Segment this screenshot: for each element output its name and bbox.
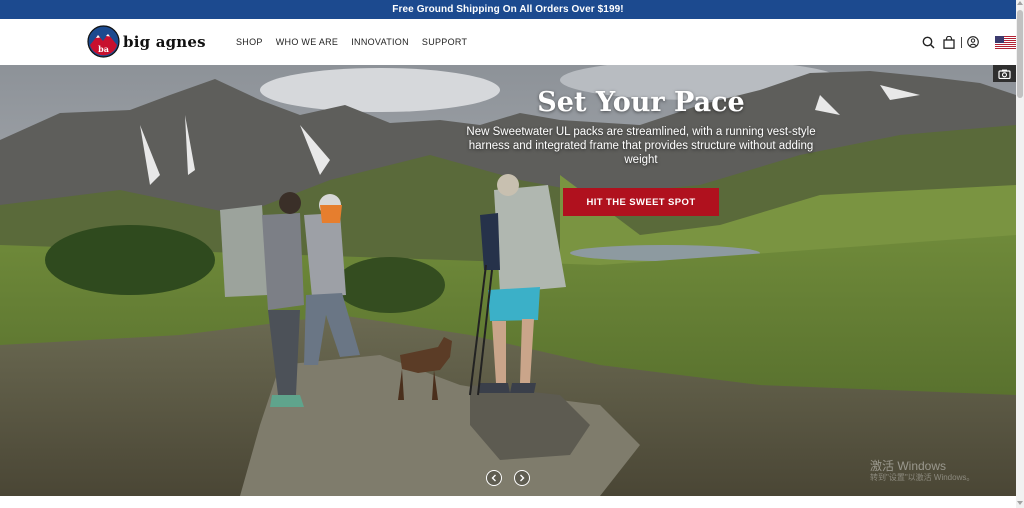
camera-icon[interactable] [993, 65, 1016, 82]
prev-arrow-icon[interactable] [486, 470, 502, 486]
nav-item-who-we-are[interactable]: WHO WE ARE [276, 37, 339, 47]
page-scrollbar[interactable] [1016, 0, 1024, 508]
hit-the-sweet-spot-button[interactable]: HIT THE SWEET SPOT [563, 188, 719, 216]
site-header: ba big agnes SHOP WHO WE ARE INNOVATION … [0, 19, 1016, 66]
utility-separator [961, 36, 962, 48]
search-icon[interactable] [922, 36, 935, 49]
svg-text:ba: ba [98, 44, 109, 54]
logo-badge-icon: ba [87, 25, 120, 58]
hero-headline: Set Your Pace [537, 87, 745, 118]
scrollbar-thumb[interactable] [1017, 10, 1023, 98]
scroll-up-icon[interactable] [1017, 1, 1023, 5]
main-nav: SHOP WHO WE ARE INNOVATION SUPPORT [236, 19, 467, 65]
promo-text: Free Ground Shipping On All Orders Over … [392, 4, 624, 15]
nav-item-support[interactable]: SUPPORT [422, 37, 467, 47]
windows-activation-subtext: 转到"设置"以激活 Windows。 [870, 473, 975, 482]
logo[interactable]: ba big agnes [87, 25, 206, 58]
header-utilities [922, 33, 1016, 51]
account-icon[interactable] [967, 36, 979, 48]
nav-item-innovation[interactable]: INNOVATION [351, 37, 409, 47]
scroll-down-icon[interactable] [1017, 501, 1023, 505]
us-flag-icon[interactable] [995, 35, 1016, 49]
promo-bar: Free Ground Shipping On All Orders Over … [0, 0, 1016, 19]
next-arrow-icon[interactable] [514, 470, 530, 486]
hero-subcopy: New Sweetwater UL packs are streamlined,… [466, 126, 816, 166]
logo-text: big agnes [123, 32, 206, 51]
nav-item-shop[interactable]: SHOP [236, 37, 263, 47]
hero-banner: Set Your Pace New Sweetwater UL packs ar… [0, 65, 1016, 496]
cart-icon[interactable] [943, 35, 955, 49]
